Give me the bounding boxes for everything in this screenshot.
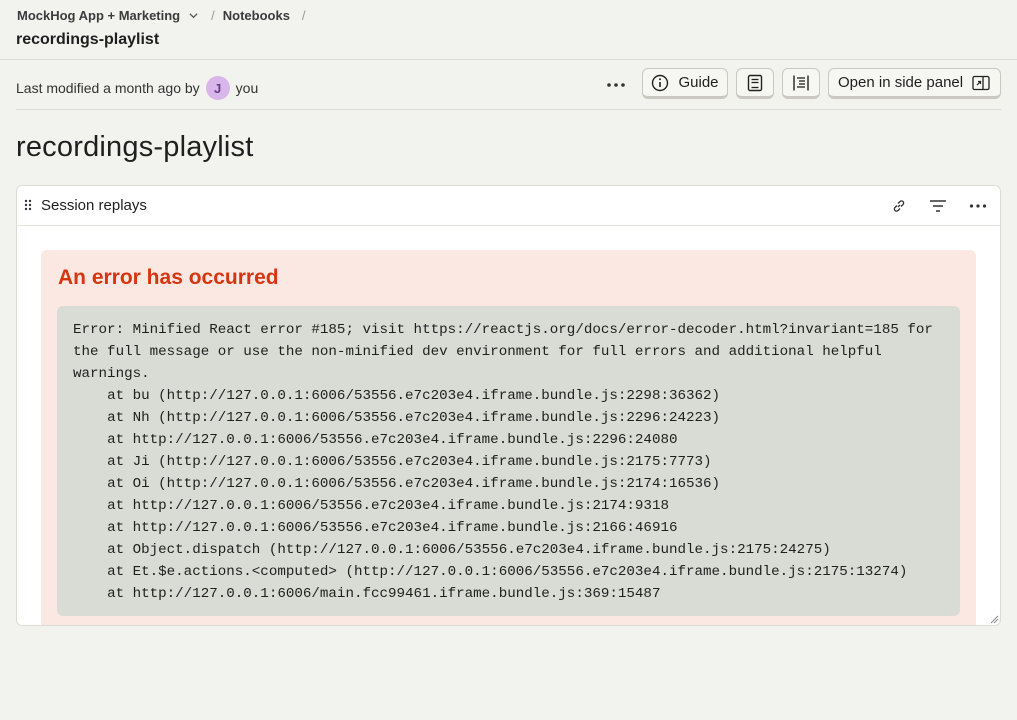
header-divider [16, 109, 1001, 110]
open-in-side-panel-button[interactable]: Open in side panel [828, 68, 1001, 99]
breadcrumb-project[interactable]: MockHog App + Marketing [17, 8, 199, 23]
drag-handle-icon[interactable] [24, 199, 32, 211]
last-modified-info: Last modified a month ago by J you [16, 76, 258, 100]
guide-button[interactable]: Guide [642, 68, 728, 99]
node-header: Session replays [17, 186, 1000, 226]
error-boundary: An error has occurred Error: Minified Re… [41, 250, 976, 625]
chevron-down-icon [189, 13, 198, 19]
side-panel-icon [972, 75, 990, 90]
resize-grip-icon[interactable] [989, 614, 999, 624]
notebook-view-button[interactable] [736, 68, 774, 99]
last-modified-text: Last modified a month ago by [16, 80, 200, 96]
avatar[interactable]: J [205, 76, 230, 100]
notebook-icon [747, 74, 763, 91]
info-icon [652, 74, 669, 91]
table-of-contents-button[interactable] [782, 68, 820, 99]
breadcrumb-notebooks[interactable]: Notebooks [223, 8, 290, 23]
error-heading: An error has occurred [58, 266, 279, 289]
error-stack-trace: Error: Minified React error #185; visit … [57, 306, 960, 616]
node-more-button[interactable] [967, 196, 989, 216]
breadcrumb-separator: / [211, 8, 215, 23]
filter-button[interactable] [927, 196, 949, 216]
filter-icon [930, 200, 946, 212]
open-in-side-panel-label: Open in side panel [838, 74, 964, 91]
modified-by-user: you [235, 80, 259, 96]
breadcrumb-separator: / [301, 8, 306, 23]
page-title: recordings-playlist [16, 31, 160, 48]
node-title: Session replays [41, 197, 147, 214]
session-replays-node: Session replays An error has occurred Er… [16, 185, 1001, 626]
table-of-contents-icon [793, 75, 809, 90]
more-icon [607, 83, 625, 87]
breadcrumb: MockHog App + Marketing / Notebooks / [17, 8, 314, 23]
notebook-title[interactable]: recordings-playlist [16, 131, 254, 164]
link-icon [893, 200, 905, 212]
guide-button-label: Guide [678, 74, 719, 91]
copy-link-button[interactable] [888, 196, 910, 216]
breadcrumb-project-label: MockHog App + Marketing [17, 8, 181, 23]
more-icon [969, 204, 987, 208]
notebook-more-button[interactable] [600, 73, 632, 97]
top-bar: MockHog App + Marketing / Notebooks / re… [0, 0, 1017, 60]
